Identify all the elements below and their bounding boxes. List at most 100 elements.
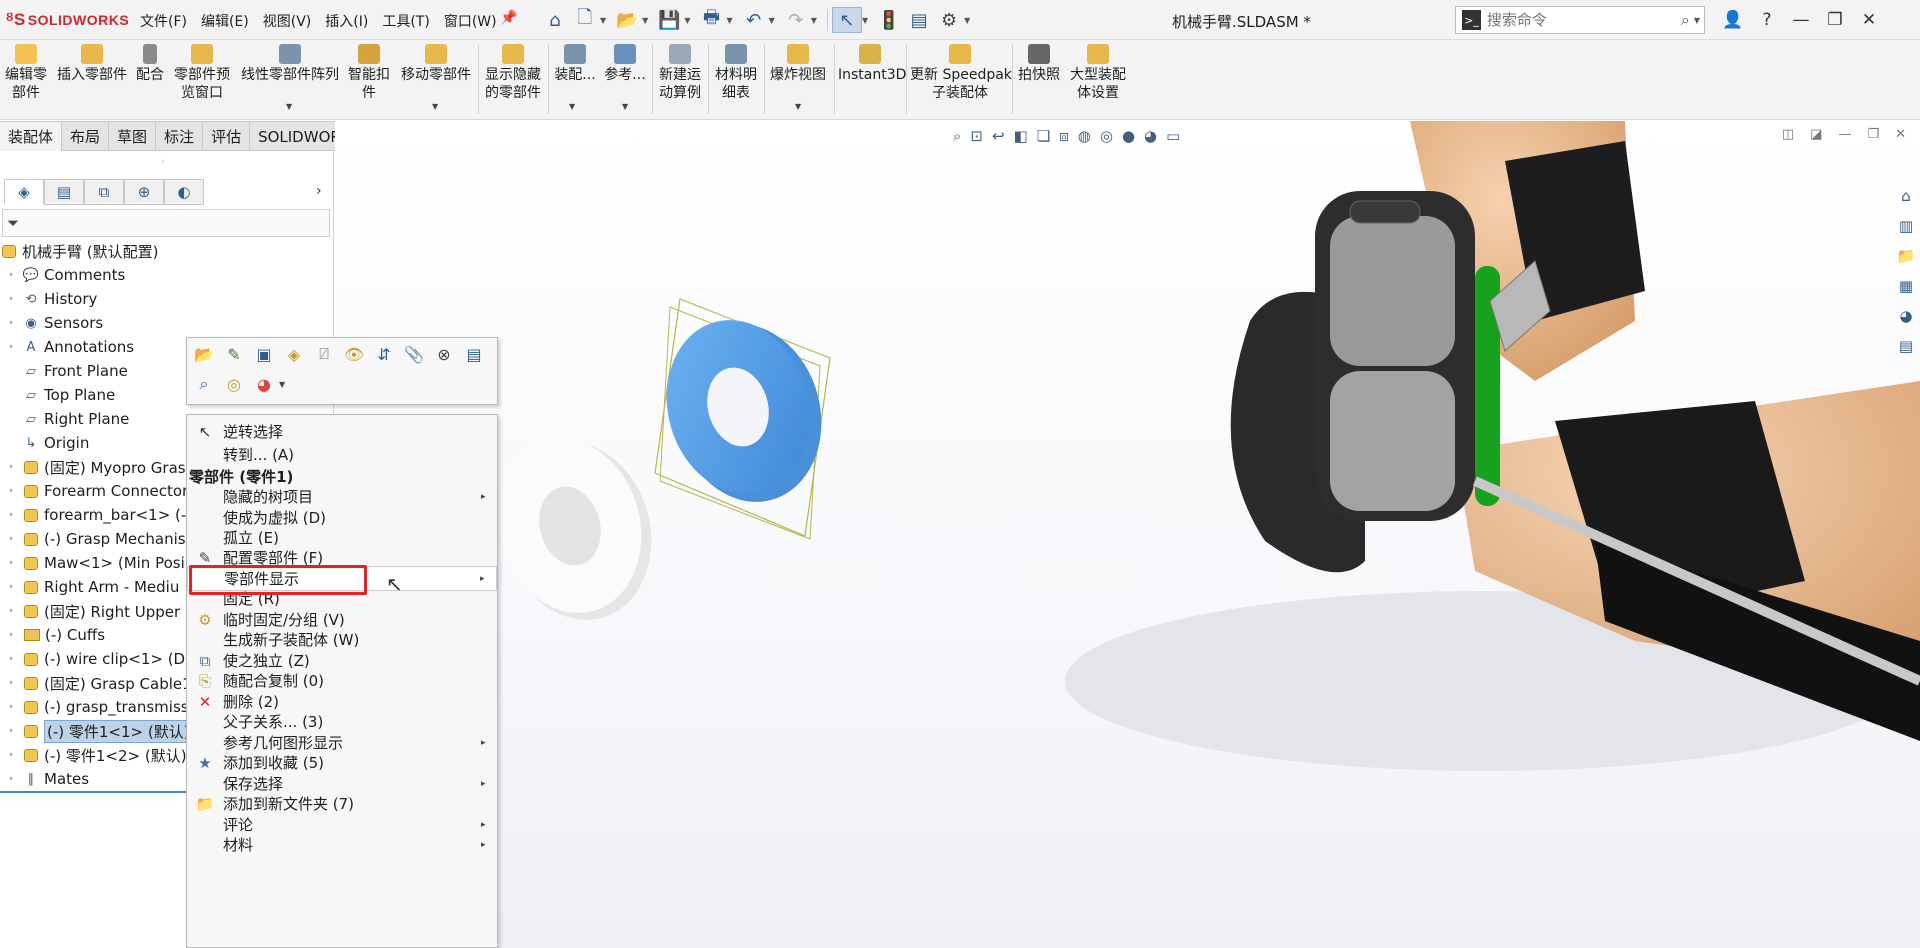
pin-icon[interactable]: 📌	[500, 10, 517, 26]
select-cursor-icon[interactable]: ↖	[831, 7, 862, 33]
section-view-icon[interactable]: ◧	[1014, 127, 1028, 145]
bill-of-materials-button[interactable]: 材料明 细表	[712, 44, 760, 102]
file-properties-icon[interactable]: ▤	[904, 7, 934, 33]
undo-dropdown-icon[interactable]: ▼	[769, 16, 775, 25]
restore-icon[interactable]: ❐	[1818, 6, 1852, 34]
view-palette-icon[interactable]: ▦	[1892, 271, 1920, 301]
viewport-restore-icon[interactable]: ❐	[1867, 127, 1879, 142]
graphics-area[interactable]: ⌕ ⊡ ↩ ◧ ❏ ⧈ ◍ ◎ ● ◕ ▭ ◫ ◪ — ❐ ✕ ⌂ ▥ 📁 ▦ …	[335, 121, 1920, 948]
move-component-dropdown-icon[interactable]: ▼	[432, 102, 438, 111]
assembly-features-dropdown-icon[interactable]: ▼	[569, 102, 575, 111]
panel-grip-icon[interactable]: ◦	[160, 157, 166, 168]
save-dropdown-icon[interactable]: ▼	[684, 16, 690, 25]
menu-tools[interactable]: 工具(T)	[382, 11, 429, 31]
expand-icon[interactable]: ›	[6, 318, 16, 328]
component-properties-icon[interactable]: ▣	[251, 342, 277, 366]
reference-geometry-dropdown-icon[interactable]: ▼	[622, 102, 628, 111]
view-settings-icon[interactable]: ▭	[1166, 127, 1180, 145]
search-dropdown-icon[interactable]: ▼	[1694, 16, 1700, 25]
expand-icon[interactable]: ›	[6, 486, 16, 496]
open-dropdown-icon[interactable]: ▼	[642, 16, 648, 25]
view-mates-icon[interactable]: ⊗	[431, 342, 457, 366]
previous-view-icon[interactable]: ↩	[992, 127, 1005, 145]
edit-component-button[interactable]: 编辑零 部件	[4, 44, 48, 102]
assembly-features-button[interactable]: 装配...	[552, 44, 598, 84]
redo-icon[interactable]: ↷	[781, 7, 811, 33]
custom-properties-icon[interactable]: ▤	[1892, 331, 1920, 361]
menu-insert[interactable]: 插入(I)	[325, 11, 368, 31]
viewport-close-icon[interactable]: ✕	[1895, 127, 1906, 142]
zoom-to-fit-icon[interactable]: ⌕	[953, 127, 961, 145]
expand-icon[interactable]: ›	[6, 774, 16, 784]
suppress-icon[interactable]: ⍁	[311, 342, 337, 366]
new-dropdown-icon[interactable]: ▼	[600, 16, 606, 25]
isolate-icon[interactable]: ◎	[221, 372, 247, 396]
search-command-box[interactable]: >_ ⌕ ▼	[1455, 6, 1705, 34]
apply-scene-icon[interactable]: ◕	[1144, 127, 1157, 145]
redo-dropdown-icon[interactable]: ▼	[811, 16, 817, 25]
list-icon[interactable]: ▤	[461, 342, 487, 366]
context-menu-item[interactable]: ↖ 逆转选择	[187, 419, 497, 444]
new-icon[interactable]: 🗋	[570, 7, 600, 33]
featuremanager-tab-icon[interactable]: ◈	[4, 179, 44, 205]
exploded-view-dropdown-icon[interactable]: ▼	[795, 102, 801, 111]
large-assembly-settings-button[interactable]: 大型装配 体设置	[1066, 44, 1130, 102]
expand-icon[interactable]: ›	[6, 702, 16, 712]
expand-icon[interactable]: ›	[6, 750, 16, 760]
expand-icon[interactable]: ›	[6, 462, 16, 472]
tab-layout[interactable]: 布局	[62, 121, 110, 151]
edit-part-icon[interactable]: ✎	[221, 342, 247, 366]
rebuild-icon[interactable]: 🚦	[874, 7, 904, 33]
hide-components-icon[interactable]: 👁	[341, 342, 367, 366]
housing-panel-top[interactable]	[1330, 216, 1455, 366]
dynamic-annotation-icon[interactable]: ❏	[1037, 127, 1050, 145]
edit-component-icon[interactable]: ◈	[281, 342, 307, 366]
expand-icon[interactable]: ›	[6, 342, 16, 352]
filter-icon[interactable]: ⏷	[7, 214, 19, 232]
linear-pattern-button[interactable]: 线性零部件阵列	[238, 44, 342, 84]
housing-panel-bottom[interactable]	[1330, 371, 1455, 511]
menu-window[interactable]: 窗口(W)	[444, 11, 497, 31]
tile-left-icon[interactable]: ◫	[1782, 127, 1794, 142]
menu-file[interactable]: 文件(F)	[140, 11, 187, 31]
viewport-minimize-icon[interactable]: —	[1838, 127, 1851, 142]
update-speedpak-button[interactable]: 更新 Speedpak 子装配体	[910, 44, 1012, 102]
zoom-to-area-icon[interactable]: ⊡	[970, 127, 983, 145]
propertymanager-tab-icon[interactable]: ▤	[44, 179, 84, 205]
tree-item[interactable]: › ⟲ History	[0, 287, 334, 311]
solidworks-logo[interactable]: ᴽS SOLIDWORKS	[6, 10, 129, 30]
appearance-dropdown-icon[interactable]: ▼	[279, 380, 285, 389]
sort-icon[interactable]: ⇵	[371, 342, 397, 366]
mate-icon[interactable]: 📎	[401, 342, 427, 366]
expand-icon[interactable]: ›	[6, 270, 16, 280]
tab-evaluate[interactable]: 评估	[203, 121, 251, 151]
display-style-icon[interactable]: ◍	[1078, 127, 1091, 145]
minimize-icon[interactable]: —	[1784, 6, 1818, 34]
appearances-icon[interactable]: ◕	[1892, 301, 1920, 331]
instant3d-button[interactable]: Instant3D	[838, 44, 906, 84]
chevron-right-icon[interactable]: ›	[316, 183, 322, 199]
solidworks-resources-icon[interactable]: ⌂	[1892, 181, 1920, 211]
expand-icon[interactable]: ›	[6, 726, 16, 736]
dimxpert-tab-icon[interactable]: ⊕	[124, 179, 164, 205]
search-icon[interactable]: ⌕	[1681, 10, 1690, 30]
help-icon[interactable]: ?	[1750, 6, 1784, 34]
expand-icon[interactable]: ›	[6, 534, 16, 544]
tree-item[interactable]: › 💬 Comments	[0, 263, 334, 287]
component-preview-window-button[interactable]: 零部件预 览窗口	[172, 44, 232, 102]
select-dropdown-icon[interactable]: ▼	[862, 16, 868, 25]
exploded-view-button[interactable]: 爆炸视图	[766, 44, 830, 84]
mate-button[interactable]: 配合	[134, 44, 166, 84]
edit-appearance-icon[interactable]: ●	[1122, 127, 1135, 145]
open-icon[interactable]: 📂	[612, 7, 642, 33]
move-component-button[interactable]: 移动零部件	[398, 44, 474, 84]
design-library-icon[interactable]: ▥	[1892, 211, 1920, 241]
context-menu-item[interactable]: 材料 ▸	[187, 832, 497, 857]
linear-pattern-dropdown-icon[interactable]: ▼	[286, 102, 292, 111]
hide-show-items-icon[interactable]: ◎	[1100, 127, 1113, 145]
close-icon[interactable]: ✕	[1852, 6, 1886, 34]
configurationmanager-tab-icon[interactable]: ⧉	[84, 179, 124, 205]
expand-icon[interactable]: ›	[6, 630, 16, 640]
reference-geometry-button[interactable]: 参考...	[602, 44, 648, 84]
expand-icon[interactable]: ›	[6, 582, 16, 592]
